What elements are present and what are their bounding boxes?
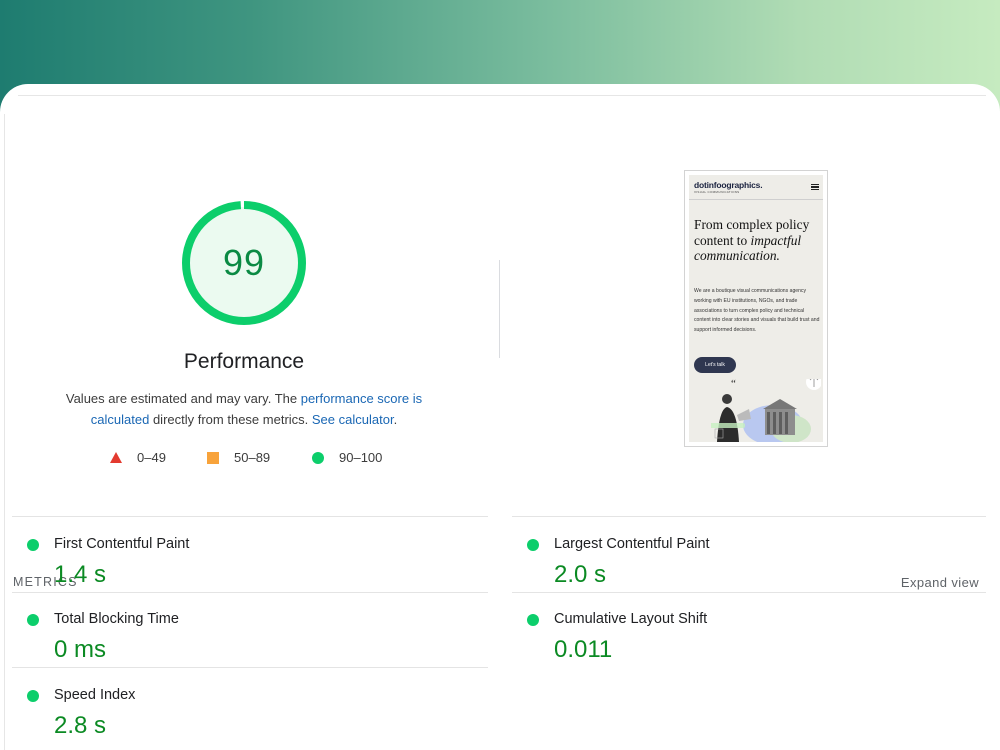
metric-largest-contentful-paint: Largest Contentful Paint 2.0 s <box>513 523 953 593</box>
site-logo-tagline: VISUAL COMMUNICATIONS <box>694 190 740 194</box>
metric-title: Cumulative Layout Shift <box>554 611 708 627</box>
metric-total-blocking-time: Total Blocking Time 0 ms <box>13 598 453 668</box>
description-text-2: directly from these metrics. <box>149 412 312 427</box>
pass-circle-icon <box>27 690 39 702</box>
metric-divider <box>512 516 986 517</box>
metric-value: 0.011 <box>554 636 613 663</box>
left-divider <box>4 114 5 750</box>
metric-value: 1.4 s <box>54 561 107 588</box>
screenshot-page: dotinfoographics. VISUAL COMMUNICATIONS … <box>689 175 823 442</box>
legend-pass: 90–100 <box>312 450 382 465</box>
metric-title: First Contentful Paint <box>54 536 190 552</box>
metric-speed-index: Speed Index 2.8 s <box>13 674 453 744</box>
report-card: 99 Performance Values are estimated and … <box>0 84 1000 750</box>
final-screenshot[interactable]: dotinfoographics. VISUAL COMMUNICATIONS … <box>684 170 828 447</box>
metric-cumulative-layout-shift: Cumulative Layout Shift 0.011 <box>513 598 953 668</box>
gauge-title: Performance <box>183 350 305 373</box>
svg-text:“: “ <box>731 379 736 390</box>
pass-circle-icon <box>527 539 539 551</box>
legend-label: 0–49 <box>137 450 166 465</box>
metric-value: 2.0 s <box>554 561 607 588</box>
legend-label: 90–100 <box>339 450 383 465</box>
see-calculator-link[interactable]: See calculator <box>312 412 394 427</box>
triangle-icon <box>110 452 122 463</box>
metric-first-contentful-paint: First Contentful Paint 1.4 s <box>13 523 453 593</box>
site-logo: dotinfoographics. <box>694 180 763 190</box>
metric-value: 0 ms <box>54 636 107 663</box>
site-hero-heading: From complex policy content to impactful… <box>694 217 822 264</box>
metric-title: Total Blocking Time <box>54 611 179 627</box>
site-cta-button: Let’s talk <box>694 357 736 373</box>
performance-score: 99 <box>222 242 266 283</box>
performance-gauge: 99 <box>181 200 307 326</box>
site-header-rule <box>689 199 823 200</box>
description-text-3: . <box>393 412 398 427</box>
vertical-divider <box>499 260 500 358</box>
pass-circle-icon <box>27 614 39 626</box>
metric-value: 2.8 s <box>54 712 107 739</box>
pass-circle-icon <box>27 539 39 551</box>
hero-illustration: “ <box>711 379 821 442</box>
score-legend: 0–49 50–89 90–100 <box>0 450 500 470</box>
legend-fail: 0–49 <box>110 450 166 465</box>
pass-circle-icon <box>527 614 539 626</box>
site-hero-body: We are a boutique visual communications … <box>694 288 820 334</box>
circle-icon <box>312 451 324 464</box>
description-text: Values are estimated and may vary. The <box>65 391 301 406</box>
metric-divider <box>12 516 488 517</box>
top-divider <box>18 95 986 96</box>
metric-title: Largest Contentful Paint <box>554 536 710 552</box>
square-icon <box>207 451 219 464</box>
legend-label: 50–89 <box>234 450 271 465</box>
metric-title: Speed Index <box>54 687 136 703</box>
hamburger-menu-icon <box>811 184 819 190</box>
score-description: Values are estimated and may vary. The p… <box>44 388 444 430</box>
legend-average: 50–89 <box>207 450 270 465</box>
